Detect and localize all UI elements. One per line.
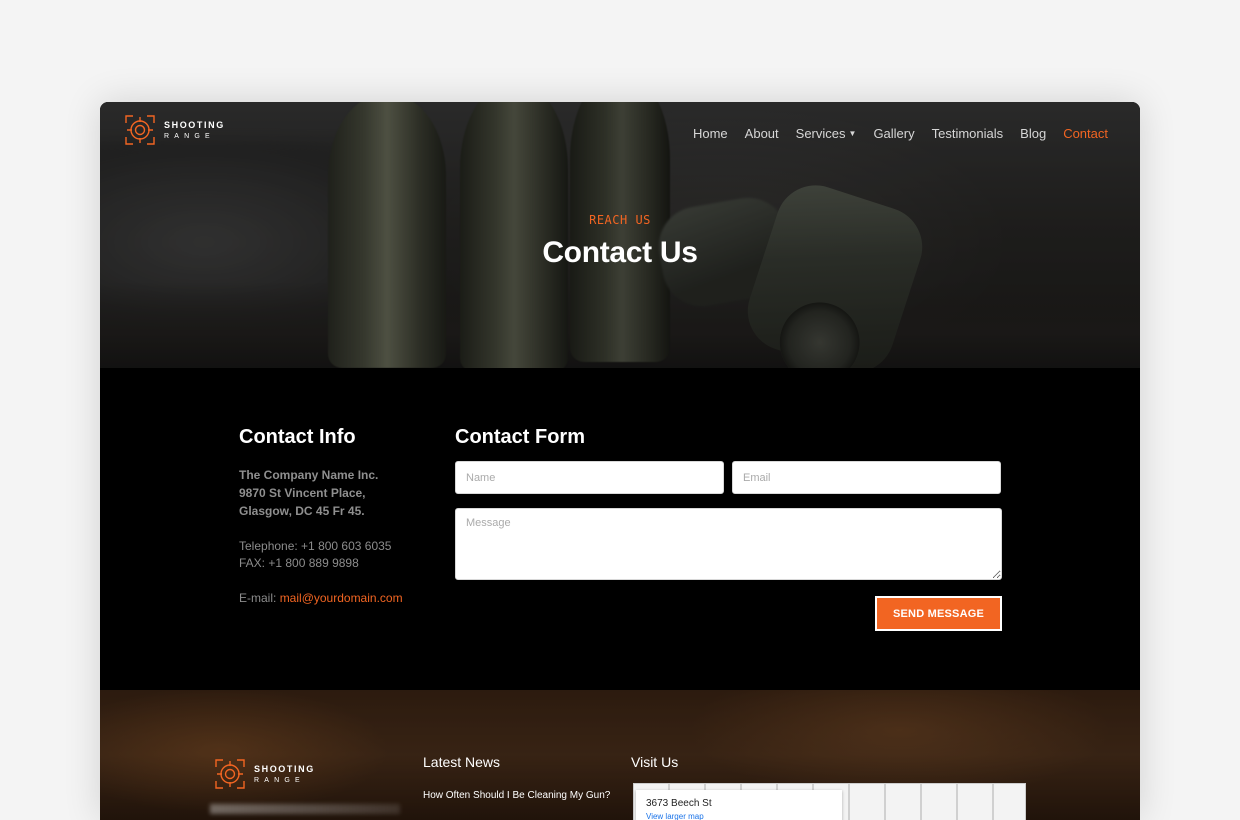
contact-info-title: Contact Info (239, 426, 356, 448)
embedded-map[interactable]: 3673 Beech St View larger map (633, 783, 1026, 820)
footer-brand-logo[interactable]: SHOOTING RANGE (214, 758, 315, 790)
nav-gallery[interactable]: Gallery (873, 126, 914, 141)
contact-info: Contact Info The Company Name Inc. 9870 … (239, 426, 439, 605)
hero-eyebrow: REACH US (589, 213, 651, 227)
nav-blog[interactable]: Blog (1020, 126, 1046, 141)
view-larger-map-link[interactable]: View larger map (646, 812, 832, 820)
address-line: Glasgow, DC 45 Fr 45. (239, 504, 365, 518)
address-line: The Company Name Inc. (239, 468, 379, 482)
nav-contact[interactable]: Contact (1063, 126, 1108, 141)
company-address: The Company Name Inc. 9870 St Vincent Pl… (239, 466, 439, 520)
visit-us-title: Visit Us (631, 754, 679, 770)
message-textarea[interactable] (455, 508, 1002, 580)
brand-name: SHOOTING (254, 763, 315, 774)
email-label: E-mail: (239, 591, 277, 605)
brand-subname: RANGE (164, 132, 215, 140)
send-message-button[interactable]: SEND MESSAGE (875, 596, 1002, 631)
contact-form: Contact Form SEND MESSAGE (455, 426, 1002, 631)
map-address: 3673 Beech St (646, 798, 712, 809)
contact-form-title: Contact Form (455, 426, 585, 448)
map-info-card: 3673 Beech St View larger map (636, 790, 842, 820)
nav-services[interactable]: Services ▼ (796, 126, 857, 141)
fax-text: FAX: +1 800 889 9898 (239, 556, 359, 570)
target-logo-icon (125, 115, 155, 145)
email-link[interactable]: mail@yourdomain.com (280, 591, 403, 605)
telephone-text: Telephone: +1 800 603 6035 (239, 539, 392, 553)
latest-news-title: Latest News (423, 754, 501, 770)
hero-section: SHOOTING RANGE Home About Services ▼ Gal… (100, 102, 1140, 368)
address-line: 9870 St Vincent Place, (239, 486, 366, 500)
brand-subname: RANGE (254, 776, 305, 784)
footer: SHOOTING RANGE Latest News How Often Sho… (100, 690, 1140, 820)
browser-window: SHOOTING RANGE Home About Services ▼ Gal… (100, 102, 1140, 820)
email-input[interactable] (732, 461, 1001, 494)
main-nav: Home About Services ▼ Gallery Testimonia… (676, 126, 1108, 141)
target-logo-icon (215, 759, 245, 789)
chevron-down-icon: ▼ (848, 129, 857, 138)
nav-testimonials[interactable]: Testimonials (932, 126, 1004, 141)
page-title: Contact Us (542, 236, 698, 269)
nav-about[interactable]: About (745, 126, 779, 141)
name-input[interactable] (455, 461, 724, 494)
contact-section: Contact Info The Company Name Inc. 9870 … (100, 368, 1140, 690)
email-line: E-mail: mail@yourdomain.com (239, 591, 439, 605)
nav-home[interactable]: Home (693, 126, 728, 141)
brand-name: SHOOTING (164, 119, 225, 130)
brand-logo[interactable]: SHOOTING RANGE (124, 114, 225, 146)
news-link[interactable]: How Often Should I Be Cleaning My Gun? (423, 790, 610, 801)
nav-services-label: Services (795, 126, 846, 141)
